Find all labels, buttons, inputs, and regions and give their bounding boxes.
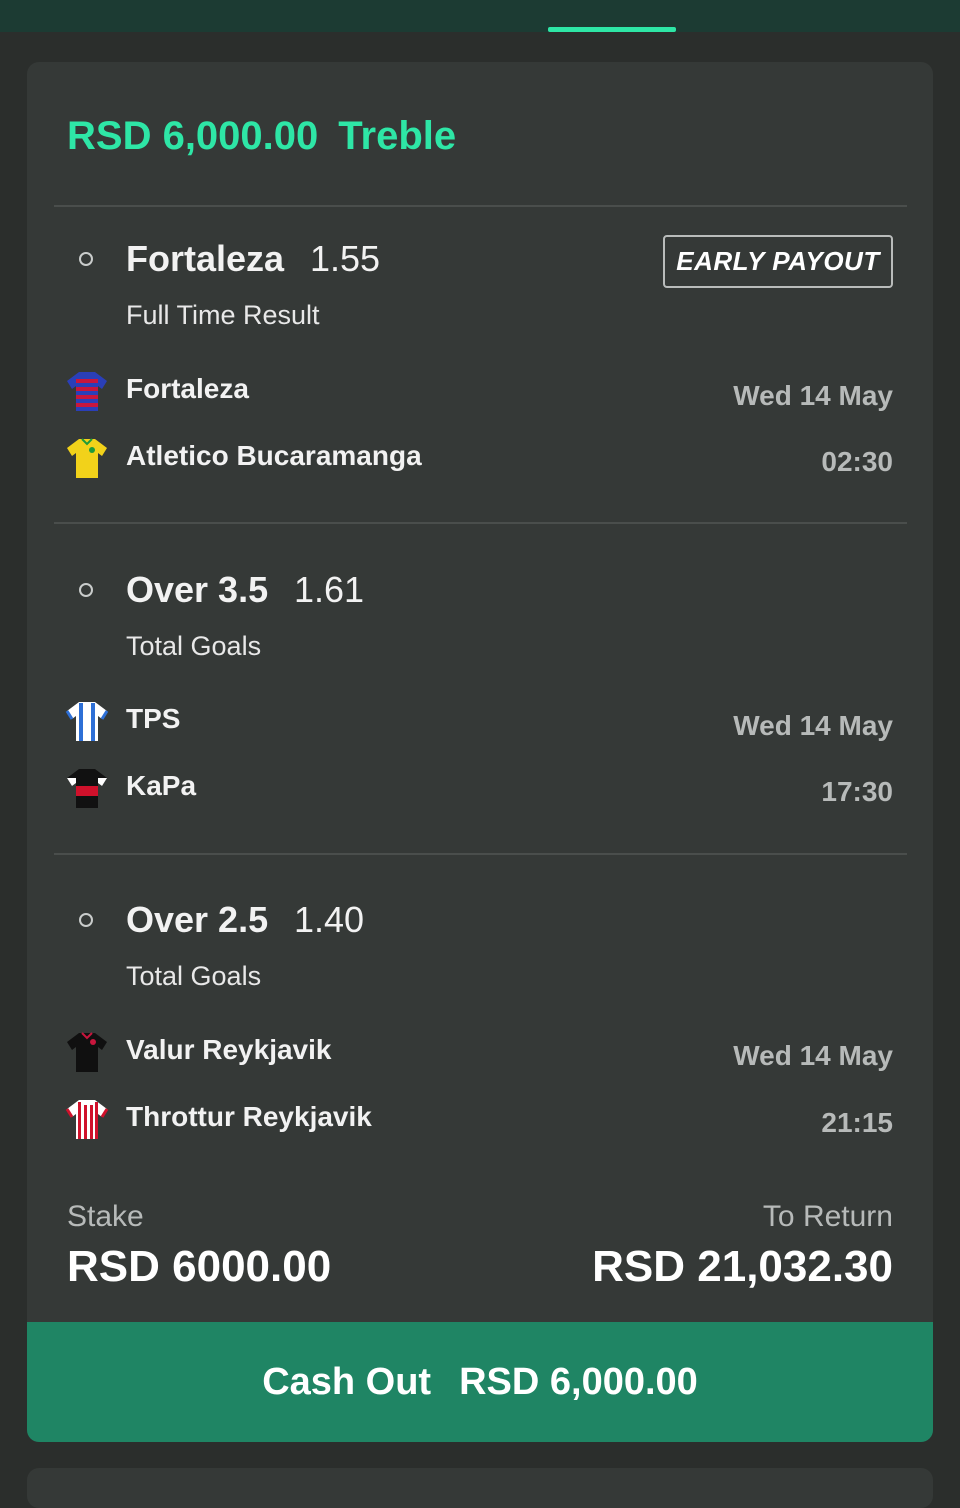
match-date: Wed 14 May bbox=[733, 380, 893, 411]
match-time: 02:30 bbox=[821, 446, 893, 477]
next-bet-card bbox=[27, 1468, 933, 1508]
team-home: Valur Reykjavik bbox=[126, 1034, 332, 1065]
selection-name: Over 2.5 bbox=[126, 899, 269, 940]
divider bbox=[54, 853, 907, 855]
stake-label: Stake bbox=[67, 1200, 144, 1233]
selection-name: Over 3.5 bbox=[126, 569, 269, 610]
black-kit-icon bbox=[67, 1032, 107, 1072]
team-away: Atletico Bucaramanga bbox=[126, 440, 422, 471]
selection-market: Total Goals bbox=[126, 961, 262, 991]
to-return-value: RSD 21,032.30 bbox=[592, 1242, 893, 1291]
selection-odds: 1.40 bbox=[294, 899, 365, 940]
bet-type: Treble bbox=[338, 114, 457, 158]
bet-amount: RSD 6,000.00 bbox=[67, 114, 319, 158]
team-away: Throttur Reykjavik bbox=[126, 1101, 372, 1132]
selection-status-icon bbox=[79, 252, 93, 266]
selection-market: Full Time Result bbox=[126, 300, 320, 330]
blue-white-striped-kit-icon bbox=[65, 702, 109, 741]
divider bbox=[54, 205, 907, 207]
selection-odds: 1.55 bbox=[310, 238, 381, 279]
selection-name: Fortaleza bbox=[126, 238, 285, 279]
team-away: KaPa bbox=[126, 770, 197, 801]
match-date: Wed 14 May bbox=[733, 1040, 893, 1071]
selection-status-icon bbox=[79, 913, 93, 927]
cash-out-label: Cash Out bbox=[262, 1360, 432, 1403]
striped-blue-red-kit-icon bbox=[67, 372, 107, 411]
match-time: 17:30 bbox=[821, 776, 893, 807]
cash-out-button[interactable]: Cash Out RSD 6,000.00 bbox=[27, 1322, 933, 1442]
cash-out-value: RSD 6,000.00 bbox=[459, 1360, 698, 1403]
red-white-striped-kit-icon bbox=[65, 1100, 109, 1139]
selection-market: Total Goals bbox=[126, 631, 262, 661]
early-payout-button[interactable]: EARLY PAYOUT bbox=[663, 235, 893, 288]
match-time: 21:15 bbox=[821, 1107, 893, 1138]
team-home: Fortaleza bbox=[126, 373, 249, 404]
divider bbox=[54, 522, 907, 524]
active-tab-indicator bbox=[548, 27, 676, 32]
to-return-label: To Return bbox=[762, 1200, 893, 1233]
bet-title: RSD 6,000.00 Treble bbox=[67, 114, 456, 159]
bet-card: RSD 6,000.00 Treble Fortaleza 1.55 EARLY … bbox=[27, 62, 933, 1442]
top-tab-bar bbox=[0, 0, 960, 32]
stake-value: RSD 6000.00 bbox=[67, 1242, 332, 1291]
selection-odds: 1.61 bbox=[294, 569, 365, 610]
black-red-kit-icon bbox=[67, 769, 107, 808]
match-date: Wed 14 May bbox=[733, 710, 893, 741]
selection-status-icon bbox=[79, 583, 93, 597]
team-home: TPS bbox=[126, 703, 181, 734]
yellow-kit-icon bbox=[67, 438, 107, 478]
